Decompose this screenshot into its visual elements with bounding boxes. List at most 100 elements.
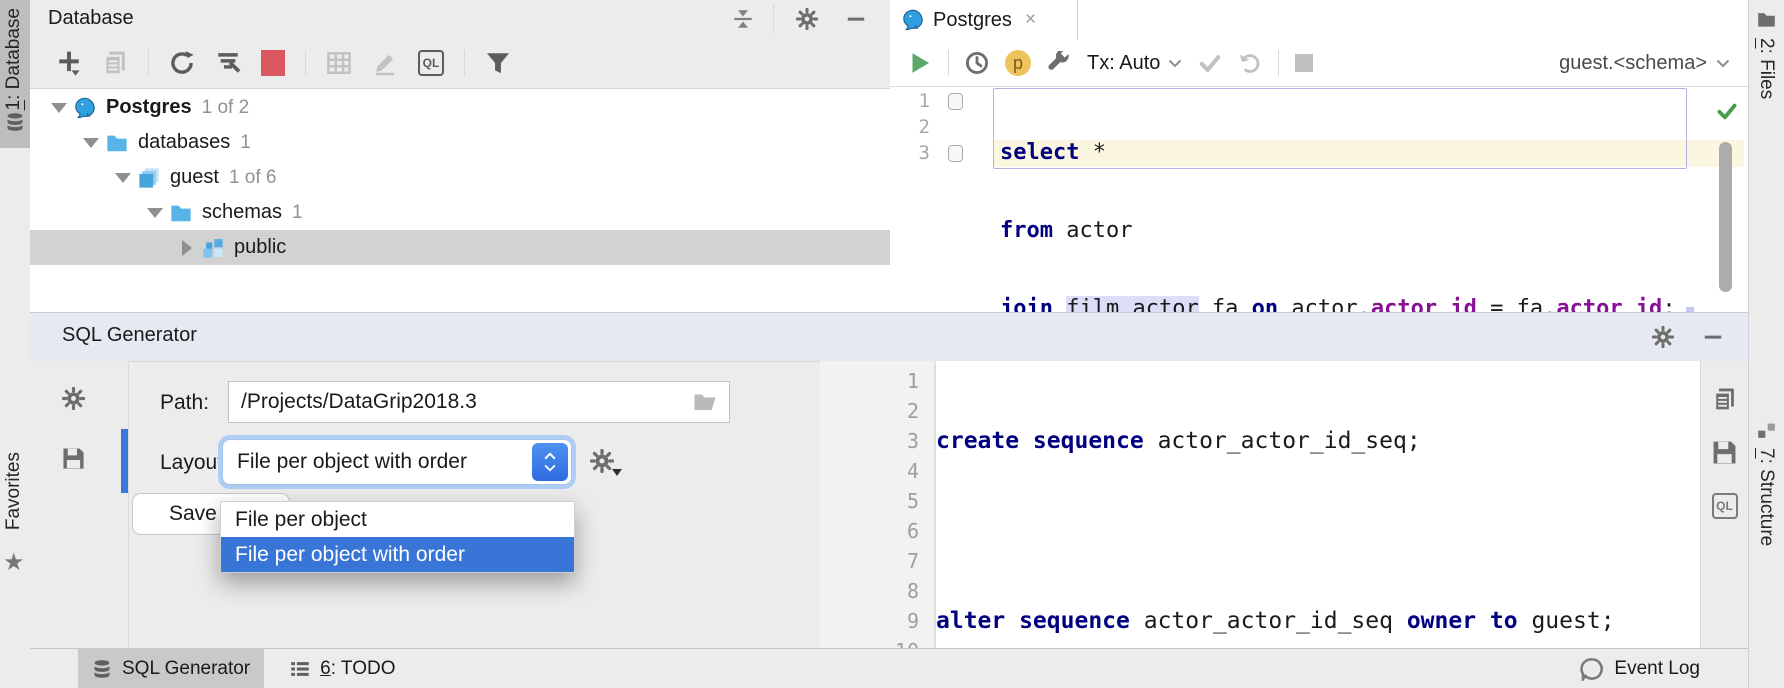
tree-row-postgres[interactable]: Postgres 1 of 2 <box>30 90 890 125</box>
history-clock-icon[interactable] <box>965 51 989 75</box>
code-line[interactable]: join film_actor fa on actor.actor_id = f… <box>1000 296 1748 312</box>
dropdown-option-file-per-object-with-order[interactable]: File per object with order <box>221 537 574 572</box>
browse-folder-icon[interactable] <box>693 390 717 414</box>
open-console-icon[interactable]: QL <box>418 50 444 76</box>
generated-sql-code[interactable]: create sequence actor_actor_id_seq; alte… <box>936 366 1700 649</box>
generated-sql-preview[interactable]: 123 456 789 10 create sequence actor_act… <box>820 361 1700 649</box>
statusbar-todo-button[interactable]: 6: TODO <box>290 658 395 680</box>
event-log-bubble-icon <box>1580 657 1604 681</box>
expand-arrow-icon[interactable] <box>44 103 74 113</box>
toolbar-separator <box>148 50 149 76</box>
fragment-pin-icon[interactable] <box>948 93 963 110</box>
toolwindow-tab-structure-label: 7: Structure <box>1755 448 1777 546</box>
tree-row-guest[interactable]: guest 1 of 6 <box>30 160 890 195</box>
layout-select[interactable]: File per object with order <box>222 439 572 485</box>
settings-gear-icon[interactable] <box>796 8 818 30</box>
stop-icon[interactable] <box>261 50 285 76</box>
expand-arrow-icon[interactable] <box>76 138 106 148</box>
editor-scrollbar[interactable] <box>1719 142 1732 292</box>
folder-icon <box>1757 10 1776 29</box>
inspection-ok-icon[interactable] <box>1716 100 1738 122</box>
copy-icon[interactable] <box>1712 387 1737 412</box>
refresh-icon[interactable] <box>169 50 195 76</box>
tree-item-label: schemas <box>202 201 282 224</box>
save-files-icon[interactable] <box>62 447 85 470</box>
sql-generator-side-toolbar <box>30 361 129 649</box>
collapsed-arrow-icon[interactable] <box>172 240 202 256</box>
statusbar-sql-generator-label: SQL Generator <box>122 658 250 680</box>
sql-generator-panel: SQL Generator Path: /Projects/DataGrip20… <box>30 312 1748 649</box>
transaction-mode-select[interactable]: Tx: Auto <box>1087 52 1182 75</box>
preview-line-numbers: 123 456 789 10 <box>820 366 935 649</box>
statusbar-event-log-button[interactable]: Event Log <box>1580 657 1700 681</box>
settings-gear-icon[interactable] <box>1652 326 1674 348</box>
generator-settings-gear-icon[interactable] <box>62 387 85 410</box>
duplicate-icon <box>102 50 128 76</box>
database-panel-title: Database <box>48 7 134 30</box>
toolwindow-tab-database[interactable]: 1: Database <box>0 0 30 148</box>
add-datasource-icon[interactable] <box>56 50 82 76</box>
toolbar-separator <box>948 50 949 76</box>
close-tab-icon[interactable]: × <box>1025 9 1036 31</box>
layout-settings-gear-icon[interactable] <box>590 449 614 473</box>
database-panel-header: Database <box>30 0 890 39</box>
collapse-expand-icon[interactable] <box>732 8 754 30</box>
expand-arrow-icon[interactable] <box>108 173 138 183</box>
code-line[interactable]: from actor <box>1000 218 1748 244</box>
status-bar: SQL Generator 6: TODO Event Log <box>30 648 1748 688</box>
code-line: alter sequence actor_actor_id_seq owner … <box>936 606 1700 636</box>
star-icon: ★ <box>3 548 25 577</box>
statusbar-todo-label: 6: TODO <box>320 658 395 680</box>
tree-row-databases[interactable]: databases 1 <box>30 125 890 160</box>
tree-item-badge: 1 of 6 <box>229 167 277 189</box>
run-icon[interactable] <box>908 51 932 75</box>
schema-selector[interactable]: guest.<schema> <box>1559 52 1730 75</box>
tree-row-schemas[interactable]: schemas 1 <box>30 195 890 230</box>
sql-generator-form: Path: /Projects/DataGrip2018.3 Layout: F… <box>128 361 820 649</box>
sql-code[interactable]: select * from actor join film_actor fa o… <box>1000 88 1748 312</box>
sql-editor[interactable]: 123 select * from actor join film_actor … <box>890 86 1748 312</box>
path-input[interactable]: /Projects/DataGrip2018.3 <box>228 381 730 423</box>
tree-item-label: public <box>234 236 286 259</box>
sql-generator-body: Path: /Projects/DataGrip2018.3 Layout: F… <box>30 361 1748 649</box>
expand-arrow-icon[interactable] <box>140 208 170 218</box>
database-stack-icon <box>138 167 160 189</box>
dropdown-option-file-per-object[interactable]: File per object <box>221 502 574 537</box>
sql-console-panel: Postgres × p Tx: Auto guest.<schema> <box>890 0 1748 312</box>
right-toolwindow-strip: 2: Files 7: Structure <box>1748 0 1784 688</box>
tree-item-badge: 1 <box>240 132 251 154</box>
database-tree: Postgres 1 of 2 databases 1 guest 1 of 6… <box>30 90 890 312</box>
fragment-pin-icon[interactable] <box>948 145 963 162</box>
tab-label: Postgres <box>933 9 1012 32</box>
hide-panel-icon[interactable] <box>1702 326 1724 348</box>
parameters-icon[interactable]: p <box>1005 50 1031 76</box>
edit-icon <box>372 50 398 76</box>
chevron-down-icon <box>543 464 557 472</box>
tab-postgres-console[interactable]: Postgres × <box>890 0 1078 40</box>
statusbar-sql-generator-button[interactable]: SQL Generator <box>78 649 264 688</box>
combo-stepper-icon[interactable] <box>532 443 568 481</box>
tree-item-label: Postgres <box>106 96 192 119</box>
sync-settings-icon[interactable] <box>215 50 241 76</box>
rollback-undo-icon <box>1238 51 1262 75</box>
toolwindow-tab-database-label: 1: Database <box>3 8 25 110</box>
stop-disabled-icon <box>1295 54 1313 72</box>
layout-select-value: File per object with order <box>237 450 467 474</box>
layout-dropdown-menu: File per object File per object with ord… <box>220 501 575 573</box>
sql-generator-title: SQL Generator <box>62 324 197 347</box>
code-line <box>936 516 1700 546</box>
tree-row-public[interactable]: public <box>30 230 890 265</box>
code-line[interactable]: select * <box>1000 140 1748 166</box>
database-panel: Database QL Postgres 1 of 2 <box>30 0 891 312</box>
hide-panel-icon[interactable] <box>845 8 867 30</box>
console-toolbar: p Tx: Auto guest.<schema> <box>890 40 1748 87</box>
toolbar-separator <box>305 50 306 76</box>
commit-check-icon <box>1198 51 1222 75</box>
toolwindow-tab-favorites-label: Favorites <box>3 452 25 530</box>
filter-icon[interactable] <box>485 50 511 76</box>
wrench-settings-icon[interactable] <box>1047 51 1071 75</box>
open-in-console-icon[interactable]: QL <box>1712 493 1738 519</box>
left-toolwindow-strip: 1: Database Favorites ★ <box>0 0 31 688</box>
save-icon[interactable] <box>1712 440 1737 465</box>
statusbar-event-log-label: Event Log <box>1614 658 1700 680</box>
